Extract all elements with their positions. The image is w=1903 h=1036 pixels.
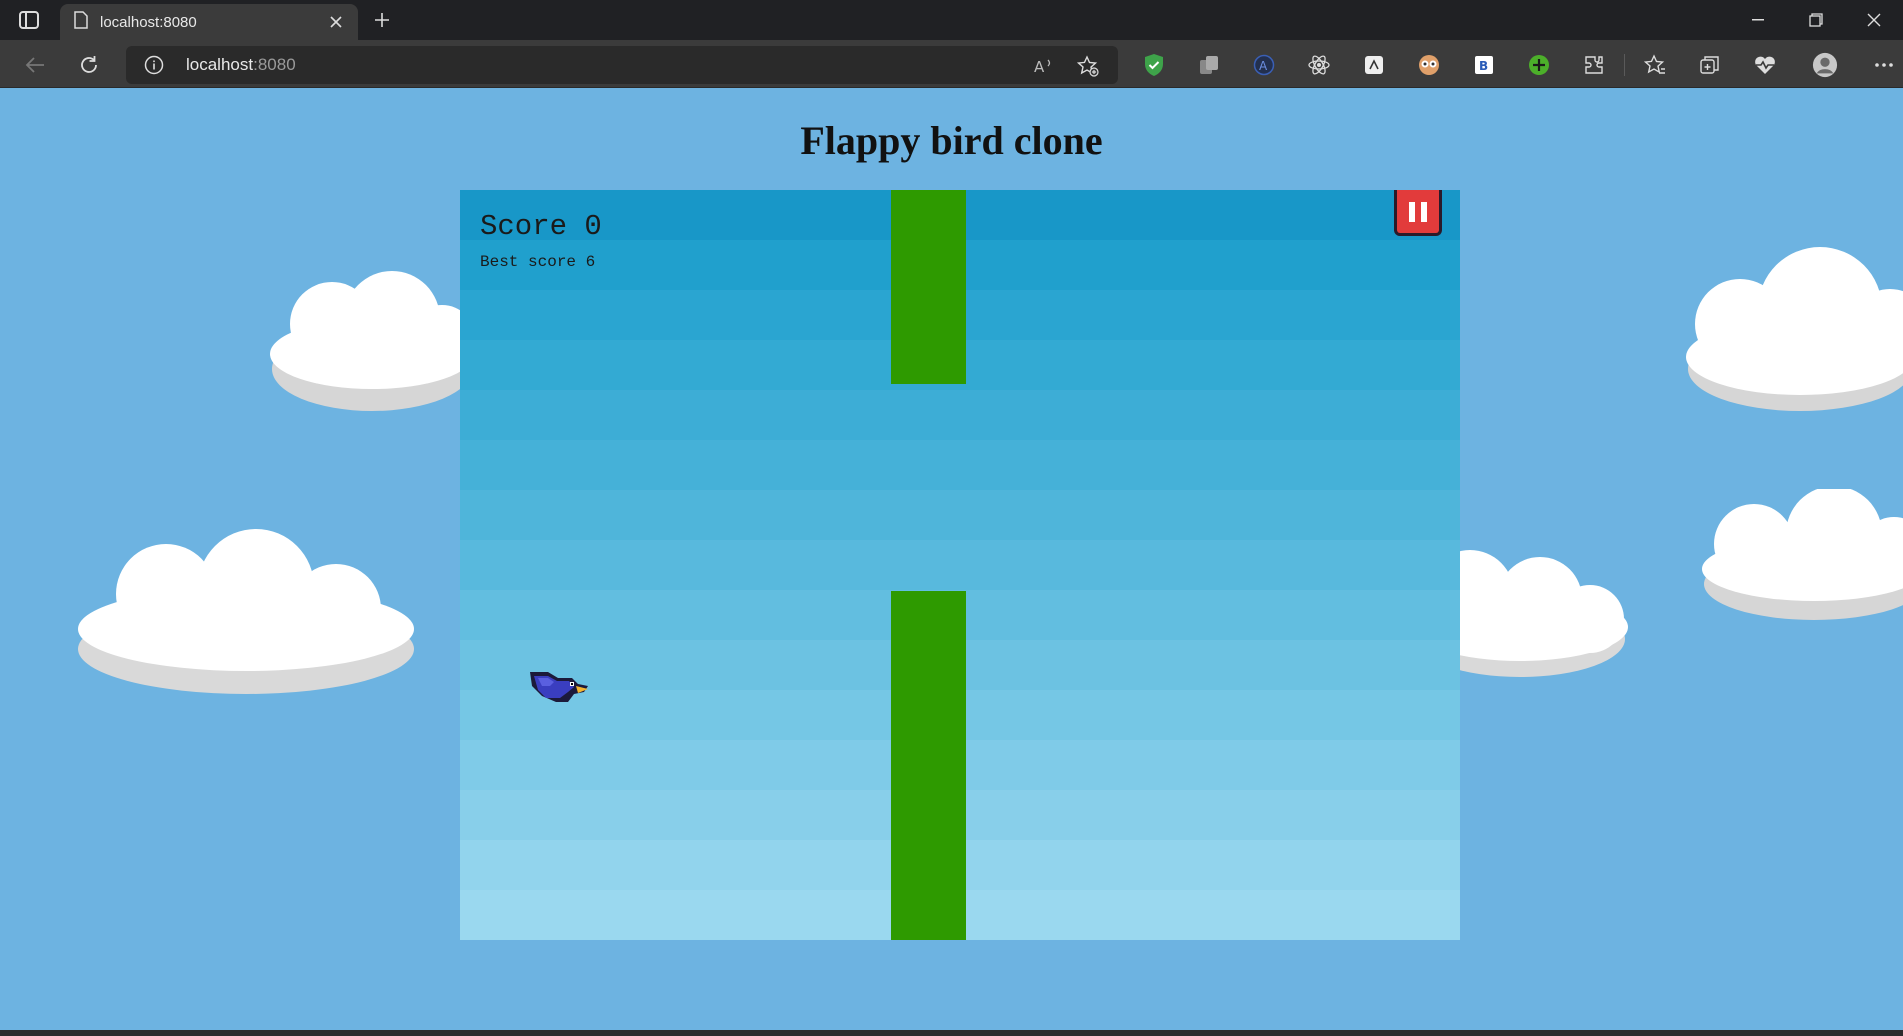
best-score-text: Best score 6: [480, 253, 596, 271]
back-icon[interactable]: [20, 50, 50, 80]
top-pipe: [891, 190, 966, 384]
reload-icon[interactable]: [74, 50, 104, 80]
pause-button[interactable]: [1394, 190, 1442, 236]
window-controls: [1729, 0, 1903, 40]
new-tab-icon[interactable]: [368, 6, 396, 34]
bookmark-extension-icon[interactable]: B: [1471, 52, 1497, 78]
bottom-pipe: [891, 591, 966, 940]
clipper-extension-icon[interactable]: [1361, 52, 1387, 78]
profile-avatar-icon[interactable]: [1812, 52, 1838, 78]
pause-icon-bar: [1421, 201, 1427, 222]
accessibility-extension-icon[interactable]: A: [1251, 52, 1277, 78]
browser-essentials-icon[interactable]: [1752, 52, 1778, 78]
page-title: Flappy bird clone: [800, 118, 1103, 163]
minimize-icon[interactable]: [1729, 0, 1787, 40]
collections-icon[interactable]: [1697, 52, 1723, 78]
browser-toolbar: localhost:8080 A A B: [0, 40, 1903, 88]
more-options-icon[interactable]: [1871, 52, 1897, 78]
tab-title: localhost:8080: [100, 13, 197, 31]
tab-actions-icon[interactable]: [14, 8, 44, 32]
add-extension-icon[interactable]: [1526, 52, 1552, 78]
toolbar-divider: [1624, 54, 1625, 76]
cloud-decoration: [270, 271, 476, 411]
svg-text:A: A: [1259, 59, 1268, 73]
restore-icon[interactable]: [1787, 0, 1845, 40]
copy-extension-icon[interactable]: [1196, 52, 1222, 78]
close-tab-icon[interactable]: [326, 12, 346, 32]
extensions-icon[interactable]: [1581, 52, 1607, 78]
taskbar-edge: [0, 1030, 1903, 1036]
browser-tab-bar: localhost:8080: [0, 0, 1903, 40]
cloud-decoration: [78, 529, 414, 694]
add-favorite-icon[interactable]: [1076, 54, 1100, 78]
shield-extension-icon[interactable]: [1141, 52, 1167, 78]
cloud-decoration: [1686, 247, 1903, 411]
site-info-icon[interactable]: [144, 55, 164, 75]
pause-icon: [1409, 201, 1415, 222]
react-devtools-icon[interactable]: [1306, 52, 1332, 78]
address-text: localhost:8080: [186, 55, 296, 74]
read-aloud-icon[interactable]: A: [1032, 54, 1056, 78]
bird-sprite: [530, 672, 588, 702]
page-icon: [74, 10, 88, 34]
svg-text:B: B: [1479, 59, 1488, 73]
svg-text:A: A: [1034, 58, 1045, 76]
cloud-decoration: [1702, 489, 1903, 620]
address-bar[interactable]: localhost:8080 A: [126, 46, 1118, 84]
close-window-icon[interactable]: [1845, 0, 1903, 40]
score-text: Score 0: [480, 210, 602, 243]
game-canvas[interactable]: Score 0 Best score 6: [460, 190, 1460, 940]
favorites-icon[interactable]: [1642, 52, 1668, 78]
page-viewport: Flappy bird clone Score 0 Best score 6: [0, 89, 1903, 1030]
owl-extension-icon[interactable]: [1416, 52, 1442, 78]
browser-tab[interactable]: localhost:8080: [60, 4, 358, 40]
